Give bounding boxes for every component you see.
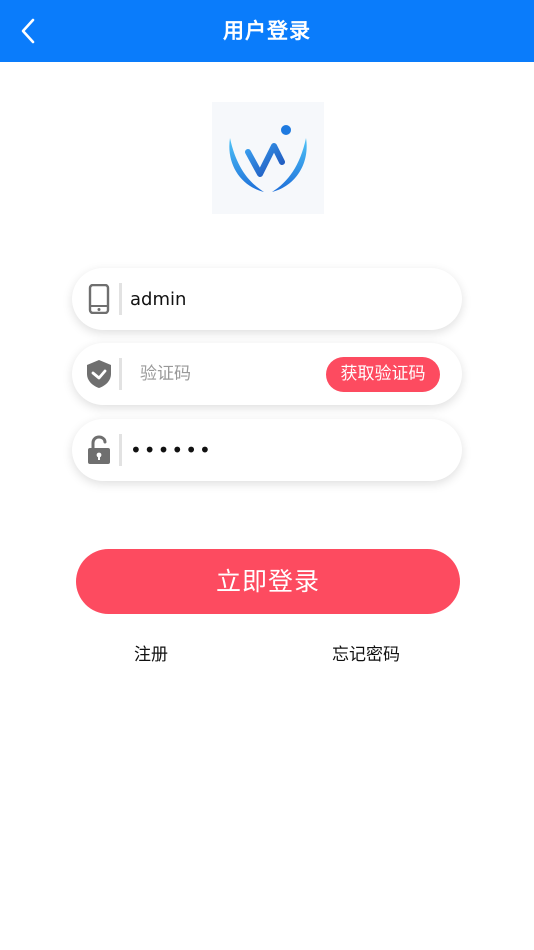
unlock-icon: [81, 432, 117, 468]
header-bar: 用户登录: [0, 0, 534, 62]
password-field: [72, 419, 462, 481]
app-logo: [212, 102, 324, 214]
verification-code-field: 获取验证码: [72, 343, 462, 405]
phone-icon: [81, 281, 117, 317]
field-divider: [119, 283, 122, 315]
register-link[interactable]: 注册: [134, 640, 168, 665]
field-divider: [119, 434, 122, 466]
login-button[interactable]: 立即登录: [76, 549, 460, 614]
login-page: 用户登录 admin 验证码 获取验证码 立即登录 注册 忘记密码: [0, 0, 534, 950]
page-title: 用户登录: [223, 19, 311, 43]
password-input[interactable]: [130, 430, 440, 470]
username-input[interactable]: [130, 279, 440, 319]
forgot-password-link[interactable]: 忘记密码: [332, 640, 400, 665]
verification-code-input[interactable]: [140, 354, 320, 394]
field-divider: [119, 358, 122, 390]
brand-logo-icon: [229, 125, 307, 192]
username-field: [72, 268, 462, 330]
shield-check-icon: [81, 356, 117, 392]
get-code-button[interactable]: 获取验证码: [326, 357, 440, 392]
